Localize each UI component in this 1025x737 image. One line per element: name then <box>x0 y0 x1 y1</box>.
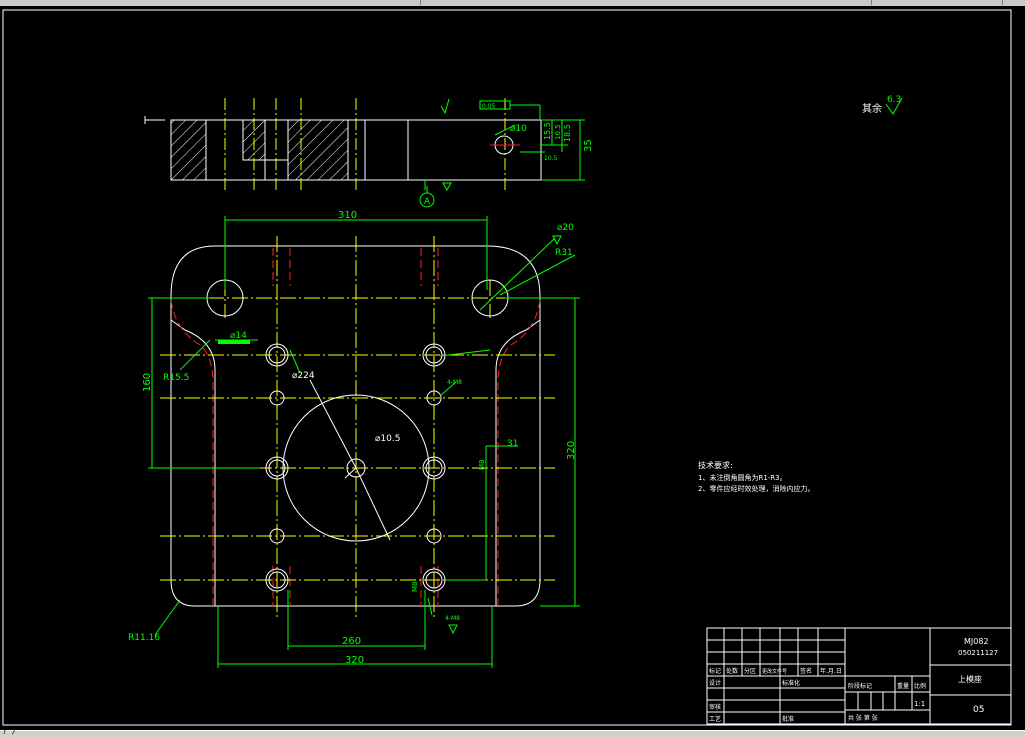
plan-view: 310 320 260 160 320 ⌀224 ⌀14 ⌀10.5 ⌀20 R… <box>128 210 580 668</box>
mark-a: M8 <box>478 460 486 471</box>
dim-radius-corner: R11.16 <box>128 633 160 643</box>
tb-ratio: 比例 <box>914 682 926 690</box>
tb-check: 审核 <box>709 703 721 711</box>
mark-c: 4-M8 <box>447 379 462 386</box>
side-hole-dim: ⌀10 <box>510 124 527 134</box>
tb-label: 标记 <box>709 667 721 675</box>
drawing-canvas[interactable]: 0.05 ⌀10 35 15.5 10.5 18.5 10.5 A 其余 6.3 <box>0 6 1025 730</box>
tb-approve: 批准 <box>782 715 794 723</box>
tb-label: 处数 <box>726 667 738 675</box>
tb-standard: 标准化 <box>782 679 800 687</box>
side-dim-2: 10.5 <box>554 124 562 140</box>
left-notch <box>170 319 216 606</box>
side-dim-depth: 10.5 <box>544 155 558 162</box>
roughness-mark <box>442 182 452 192</box>
tb-process: 工艺 <box>709 715 721 723</box>
toolbar-segment[interactable] <box>421 0 872 5</box>
dim-width-bottom: 320 <box>345 655 364 666</box>
mark-b: M8 <box>411 582 419 593</box>
side-section-view: 0.05 ⌀10 35 15.5 10.5 18.5 10.5 A <box>144 98 594 208</box>
toolbar-segment[interactable] <box>872 0 1003 5</box>
tb-weight: 重量 <box>897 682 909 690</box>
cad-viewport[interactable]: 0.05 ⌀10 35 15.5 10.5 18.5 10.5 A 其余 6.3 <box>0 6 1025 730</box>
side-dim-1: 15.5 <box>543 122 552 140</box>
hatch-left <box>170 119 207 181</box>
plan-holes <box>206 279 509 592</box>
roughness-mark <box>448 624 458 635</box>
tb-sheet: 05 <box>973 705 984 715</box>
tb-label: 更改文件号 <box>762 668 787 675</box>
roughness-label: 其余 <box>862 102 882 115</box>
dim-circle-big: ⌀224 <box>292 371 315 381</box>
tech-title: 技术要求: <box>698 460 733 470</box>
tb-code: MJ082 <box>964 637 989 646</box>
toolbar-segment[interactable] <box>0 0 421 5</box>
tech-requirements: 技术要求: 1、未注倒角圆角为R1-R3。 2、零件应经时效处理，消除内应力。 <box>698 460 814 493</box>
tech-item: 2、零件应经时效处理，消除内应力。 <box>698 484 814 493</box>
radius-line <box>355 467 391 541</box>
dim-hole-span: 260 <box>342 636 361 647</box>
tb-design: 设计 <box>709 679 721 687</box>
dim-radius-top: R31 <box>555 248 573 258</box>
roughness-value: 6.3 <box>887 95 901 105</box>
dim-hole-small: ⌀14 <box>230 331 247 341</box>
roughness-mark <box>552 235 562 246</box>
tolerance-frame: 0.05 <box>482 103 496 110</box>
roughness-mark <box>440 98 450 115</box>
dim-hole-center: ⌀10.5 <box>375 434 400 444</box>
radius-line <box>309 379 357 469</box>
tb-label: 分区 <box>744 667 756 675</box>
tb-label: 签名 <box>800 667 812 675</box>
tb-sheets: 共 张 第 张 <box>848 714 878 722</box>
drawing-border <box>2 9 1012 726</box>
dim-hole-top: ⌀20 <box>557 223 574 233</box>
mark-d: 4-M8 <box>445 615 460 622</box>
right-notch <box>495 319 541 606</box>
tb-scale: 1:1 <box>914 700 925 708</box>
tb-label: 年.月.日 <box>820 667 842 675</box>
tb-part-name: 上模座 <box>958 674 982 684</box>
dim-offset: 31 <box>507 439 518 449</box>
side-dim-3: 18.5 <box>563 124 572 142</box>
dim-radius-side: R15.5 <box>163 373 189 383</box>
dim-width-top: 310 <box>338 210 357 221</box>
dim-height-left: 160 <box>142 373 153 392</box>
tech-item: 1、未注倒角圆角为R1-R3。 <box>698 473 787 482</box>
hatch-mid2 <box>287 119 349 181</box>
dim-height-right: 320 <box>566 441 577 460</box>
tb-stage: 阶段标记 <box>848 682 872 690</box>
command-text: ? / <box>2 727 17 736</box>
side-height-dim: 35 <box>583 139 594 152</box>
tb-number: 050211127 <box>958 649 998 657</box>
section-marker: A <box>424 197 431 207</box>
